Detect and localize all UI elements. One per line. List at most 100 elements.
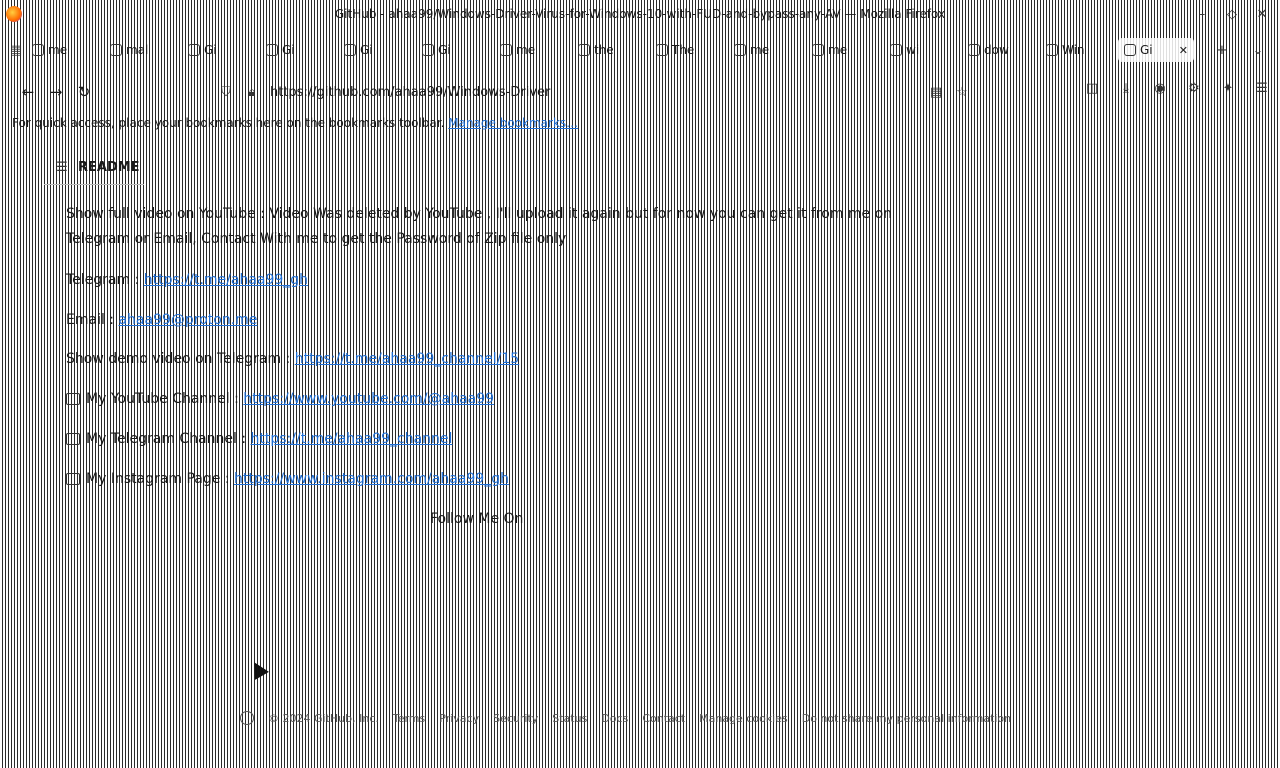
tab-favicon-icon (110, 44, 122, 56)
tab-favicon-icon (968, 44, 980, 56)
tab-label: me (516, 43, 536, 57)
tab[interactable]: Win (1040, 38, 1116, 62)
tab-active[interactable]: Gi ✕ (1118, 38, 1194, 62)
tab[interactable]: wi (884, 38, 960, 62)
tab-label: Gi (1140, 43, 1153, 57)
readme-title: README (78, 159, 140, 175)
email-link[interactable]: ahaa99@proton.me (118, 312, 257, 328)
youtube-link[interactable]: https://www.youtube.com/@ahaa99 (243, 391, 494, 407)
maximize-icon[interactable]: ◇ (1224, 6, 1240, 22)
new-tab-icon[interactable]: + (1214, 42, 1230, 58)
pocket-icon[interactable]: ◫ (1084, 80, 1100, 96)
tab[interactable]: me (26, 38, 102, 62)
follow-heading: Follow Me On (430, 511, 524, 527)
telegram-icon (66, 433, 80, 445)
url-text[interactable]: https://github.com/ahaa99/Windows-Driver (270, 85, 918, 100)
footer-contact-link[interactable]: Contact (642, 712, 685, 725)
tab-label: Gi (204, 43, 217, 57)
tab-label: Gi (360, 43, 373, 57)
tab-overflow-icon[interactable]: ⌄ (1250, 42, 1266, 58)
github-logo-icon[interactable] (240, 711, 254, 725)
extensions-icon[interactable]: ⚙ (1186, 80, 1202, 96)
instagram-link[interactable]: https://www.instagram.com/ahaa99_gh (234, 471, 509, 487)
toolbar-right: ◫ ⤓ ◉ ⚙ ✦ ☰ (1084, 80, 1270, 96)
tab[interactable]: me (728, 38, 804, 62)
footer-docs-link[interactable]: Docs (601, 712, 628, 725)
footer-privacy-link[interactable]: Privacy (439, 712, 479, 725)
telegram-channel-link[interactable]: https://t.me/ahaa99_channel (251, 431, 453, 447)
footer-security-link[interactable]: Security (493, 712, 538, 725)
address-bar[interactable]: ⛉ 🔒︎ https://github.com/ahaa99/Windows-D… (210, 80, 970, 104)
readme-header: ☰ README (44, 150, 144, 185)
tab-label: Gi (282, 43, 295, 57)
youtube-label: My YouTube Channel : (86, 391, 239, 407)
tab-favicon-icon (890, 44, 902, 56)
close-icon[interactable]: ✕ (1254, 6, 1270, 22)
email-line: Email : ahaa99@proton.me (66, 312, 257, 328)
tab-favicon-icon (32, 44, 44, 56)
tab[interactable]: me (806, 38, 882, 62)
tab-label: me (48, 43, 68, 57)
forward-icon[interactable]: → (42, 80, 70, 104)
tab-close-icon[interactable]: ✕ (1179, 44, 1188, 57)
lock-icon[interactable]: 🔒︎ (244, 84, 260, 100)
tab-label: dow (984, 43, 1009, 57)
manage-bookmarks-link[interactable]: Manage bookmarks… (448, 116, 578, 130)
reload-icon[interactable]: ↻ (70, 80, 98, 104)
readme-intro: Show full video on YouTube : Video Was d… (66, 206, 893, 247)
tab-bar: ▤ me mal Gi Gi Gi Gi me the The me me wi… (0, 36, 1280, 64)
tab-favicon-icon (656, 44, 668, 56)
tab-label: The (672, 43, 695, 57)
list-icon[interactable]: ☰ (54, 159, 70, 175)
tab-favicon-icon (1046, 44, 1058, 56)
reader-view-icon[interactable]: ▤ (928, 84, 944, 100)
menu-icon[interactable]: ☰ (1254, 80, 1270, 96)
tab[interactable]: Gi (338, 38, 414, 62)
tab-list-icon[interactable]: ▤ (8, 42, 24, 58)
tab[interactable]: dow (962, 38, 1038, 62)
tab[interactable]: the (572, 38, 648, 62)
tab-favicon-icon (344, 44, 356, 56)
mouse-cursor-icon (247, 658, 269, 680)
tab[interactable]: The (650, 38, 726, 62)
tab[interactable]: Gi (182, 38, 258, 62)
tab[interactable]: me (494, 38, 570, 62)
footer-terms-link[interactable]: Terms (393, 712, 425, 725)
extension-badge-icon[interactable]: ✦ (1220, 80, 1236, 96)
tab[interactable]: mal (104, 38, 180, 62)
tab-favicon-icon (422, 44, 434, 56)
youtube-icon (66, 393, 80, 405)
bookmarks-toolbar: For quick access, place your bookmarks h… (0, 116, 1280, 136)
telegram-link[interactable]: https://t.me/ahaa99_gh (144, 272, 308, 288)
telegram-channel-line: My Telegram Channel : https://t.me/ahaa9… (66, 431, 452, 447)
demo-link[interactable]: https://t.me/ahaa99_channel/15 (295, 351, 519, 367)
firefox-logo-icon (6, 6, 22, 22)
tab-label: me (828, 43, 848, 57)
tab-label: mal (126, 43, 149, 57)
tab-favicon-icon (188, 44, 200, 56)
footer-privacy-choices-link[interactable]: Do not share my personal information (802, 712, 1011, 725)
tab-label: Win (1062, 43, 1085, 57)
minimize-icon[interactable]: – (1194, 6, 1210, 22)
shield-icon[interactable]: ⛉ (218, 84, 234, 100)
demo-line: Show demo video on Telegram : https://t.… (66, 351, 519, 367)
footer-status-link[interactable]: Status (552, 712, 587, 725)
instagram-icon (66, 473, 80, 485)
title-bar: GitHub - ahaa99/Windows-Driver-Virus-for… (0, 0, 1280, 30)
email-label: Email : (66, 312, 115, 328)
telegram-label: Telegram : (66, 272, 140, 288)
tab[interactable]: Gi (416, 38, 492, 62)
readme-content: ☰ README Show full video on YouTube : Vi… (44, 150, 924, 527)
tab[interactable]: Gi (260, 38, 336, 62)
telegram-channel-label: My Telegram Channel : (86, 431, 247, 447)
bookmark-star-icon[interactable]: ☆ (954, 84, 970, 100)
tab-favicon-icon (578, 44, 590, 56)
account-icon[interactable]: ◉ (1152, 80, 1168, 96)
tab-label: wi (906, 43, 920, 57)
footer-cookies-link[interactable]: Manage cookies (699, 712, 788, 725)
back-icon[interactable]: ← (14, 80, 42, 104)
tab-favicon-icon (266, 44, 278, 56)
instagram-label: My Instagram Page : (86, 471, 230, 487)
tab-actions: + ⌄ (1214, 42, 1280, 58)
downloads-icon[interactable]: ⤓ (1118, 80, 1134, 96)
